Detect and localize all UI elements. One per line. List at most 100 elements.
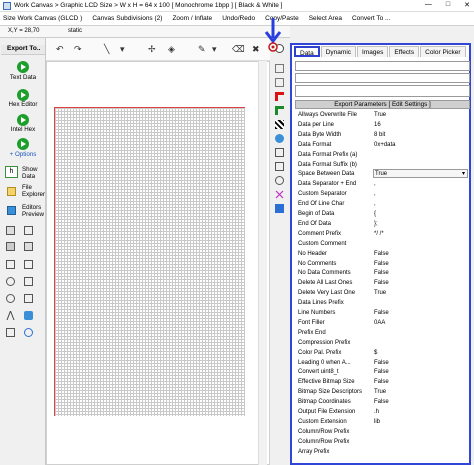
data-field-1[interactable] [295,61,470,71]
close-button[interactable]: ✕ [464,1,470,9]
property-value[interactable]: False [374,367,389,377]
maximize-button[interactable]: □ [446,1,450,9]
property-value[interactable]: .h [374,407,379,417]
chevron-down-icon[interactable]: ▾ [462,169,465,179]
property-value[interactable]: False [374,308,389,318]
tab-color-picker[interactable]: Color Picker [420,46,466,57]
data-field-2[interactable] [295,73,470,83]
property-row[interactable]: No Data Comments False [295,268,470,278]
property-value[interactable]: False [374,259,389,269]
export-parameters-header[interactable]: Export Parameters [ Edit Settings ] [295,100,470,109]
property-row[interactable]: Bitmap Coordinates False [295,397,470,407]
resize-icon[interactable] [6,260,15,269]
property-value[interactable]: True [374,288,386,298]
intel-hex-label[interactable]: Intel Hex [0,126,46,133]
options-link[interactable]: + Options [0,151,46,158]
checker-icon[interactable] [275,120,284,129]
pencil-dropdown-icon[interactable]: ▾ [212,44,217,55]
eraser-tool-icon[interactable]: ⌫ [232,44,245,55]
crop-icon[interactable] [24,260,33,269]
property-value[interactable]: lib [374,417,380,427]
property-row[interactable]: Data Format 0x+data [295,140,470,150]
menu-canvas-subdivisions[interactable]: Canvas Subdivisions (2) [87,12,167,26]
property-value[interactable]: , [374,199,376,209]
translate-icon[interactable] [24,311,33,320]
property-value[interactable]: 8 bit [374,130,385,140]
hex-editor-label[interactable]: Hex Editor [0,101,46,108]
export-icon[interactable] [24,226,33,235]
property-row[interactable]: Font Filler 0AA [295,318,470,328]
property-value[interactable]: */ /* [374,229,384,239]
line-tool-icon[interactable]: ╲ [104,44,109,55]
property-value[interactable]: { [374,209,376,219]
clear-icon[interactable]: ✖ [252,44,260,55]
property-row[interactable]: Line Numbers False [295,308,470,318]
property-row[interactable]: Compression Prefix [295,338,470,348]
red-arrow-icon[interactable] [275,92,284,101]
property-row[interactable]: Prefix End [295,328,470,338]
property-row[interactable]: Data Format Prefix (a) [295,150,470,160]
property-row[interactable]: Data Separator + End, [295,179,470,189]
property-value[interactable]: False [374,268,389,278]
globe-icon[interactable] [275,134,284,143]
property-row[interactable]: No Comments False [295,259,470,269]
grid-toggle-icon[interactable] [275,176,284,185]
tab-images[interactable]: Images [357,46,389,57]
property-row[interactable]: Custom Comment [295,239,470,249]
green-arrow-icon[interactable] [275,106,284,115]
property-row[interactable]: Convert uint8_t False [295,367,470,377]
tab-effects[interactable]: Effects [389,46,420,57]
property-value[interactable]: False [374,377,389,387]
property-row[interactable]: Bitmap Size Descriptors True [295,387,470,397]
property-row[interactable]: Data Byte Width 8 bit [295,130,470,140]
folder-icon[interactable] [7,187,16,196]
hex-editor-play-icon[interactable] [17,89,29,101]
property-value[interactable]: False [374,278,389,288]
property-row[interactable]: Leading 0 when A... False [295,358,470,368]
property-row[interactable]: Delete All Last Ones False [295,278,470,288]
property-row[interactable]: Begin of Data { [295,209,470,219]
editors-preview-icon[interactable] [7,206,16,215]
menu-convert-to[interactable]: Convert To ... [347,12,396,26]
tab-dynamic[interactable]: Dynamic [320,46,357,57]
property-value[interactable]: 16 [374,120,381,130]
property-row[interactable]: Array Prefix [295,447,470,457]
tab-data[interactable]: Data [294,46,320,57]
refresh-icon[interactable] [24,328,33,337]
property-row[interactable]: Data Lines Prefix [295,298,470,308]
frame-icon[interactable] [275,204,284,213]
property-row[interactable]: Allways Overwrite File True [295,110,470,120]
property-value[interactable]: , [374,189,376,199]
layers-icon[interactable] [6,242,15,251]
property-row[interactable]: End Of Data}; [295,219,470,229]
property-row[interactable]: Custom Extension lib [295,417,470,427]
eyedropper-icon[interactable] [275,162,284,171]
data-field-3[interactable] [295,85,470,97]
options-play-icon[interactable] [17,138,29,150]
mask-icon[interactable] [6,277,15,286]
move-tool-icon[interactable]: ✢ [148,44,156,55]
property-row[interactable]: Comment Prefix */ /* [295,229,470,239]
face-icon[interactable] [6,294,15,303]
property-row[interactable]: Column/Row Prefix [295,437,470,447]
property-value[interactable]: False [374,397,389,407]
property-row[interactable]: Data Format Suffix (b) [295,160,470,170]
property-value[interactable]: 0x+data [374,140,396,150]
property-row[interactable]: Output File Extension .h [295,407,470,417]
property-row[interactable]: End Of Line Char, [295,199,470,209]
property-value[interactable]: , [374,179,376,189]
property-value[interactable]: $ [374,348,377,358]
intel-hex-play-icon[interactable] [17,114,29,126]
property-value[interactable]: False [374,249,389,259]
pixel-grid[interactable] [54,107,245,416]
property-value[interactable]: True [374,110,386,120]
show-data-button[interactable]: h [5,166,18,178]
menu-size-work-canvas[interactable]: Size Work Canvas (GLCD ) [0,12,87,26]
fill-tool-icon[interactable]: ◈ [168,44,175,55]
property-row[interactable]: No Header False [295,249,470,259]
property-value[interactable]: False [374,358,389,368]
menu-undo-redo[interactable]: Undo/Redo [217,12,260,26]
property-row[interactable]: Space Between Data True ▾ [295,169,470,179]
canvas-vertical-scrollbar[interactable] [258,61,267,465]
scissors-icon[interactable] [275,190,284,199]
